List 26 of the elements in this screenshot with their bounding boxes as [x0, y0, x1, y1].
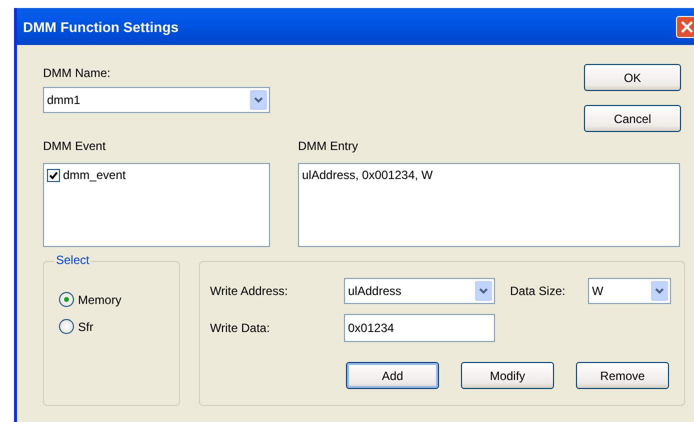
radio-button[interactable]: [59, 319, 74, 334]
close-button[interactable]: [676, 16, 694, 38]
add-button[interactable]: Add: [346, 362, 439, 389]
window-title: DMM Function Settings: [23, 18, 179, 34]
data-size-label: Data Size:: [510, 284, 566, 298]
data-size-dropdown[interactable]: W: [588, 278, 671, 304]
remove-button[interactable]: Remove: [576, 362, 669, 389]
dmm-name-dropdown[interactable]: dmm1: [43, 87, 270, 113]
radio-button[interactable]: [59, 292, 74, 307]
dmm-event-label: DMM Event: [43, 139, 107, 153]
write-address-label: Write Address:: [210, 284, 289, 298]
write-data-label: Write Data:: [210, 321, 271, 335]
write-address-dropdown[interactable]: ulAddress: [344, 278, 495, 304]
entry-item[interactable]: ulAddress, 0x001234, W: [302, 168, 676, 182]
dmm-entry-label: DMM Entry: [298, 139, 359, 153]
cancel-button[interactable]: Cancel: [584, 105, 681, 132]
close-icon: [680, 20, 694, 34]
select-legend: Select: [54, 253, 92, 267]
radio-option[interactable]: Sfr: [59, 313, 179, 340]
ok-button[interactable]: OK: [584, 64, 681, 91]
radio-option[interactable]: Memory: [59, 286, 179, 313]
dmm-name-label: DMM Name:: [43, 66, 112, 80]
write-data-field[interactable]: 0x01234: [344, 314, 495, 342]
checkbox[interactable]: [47, 168, 60, 182]
event-item[interactable]: dmm_event: [47, 168, 266, 182]
modify-button[interactable]: Modify: [461, 362, 554, 389]
